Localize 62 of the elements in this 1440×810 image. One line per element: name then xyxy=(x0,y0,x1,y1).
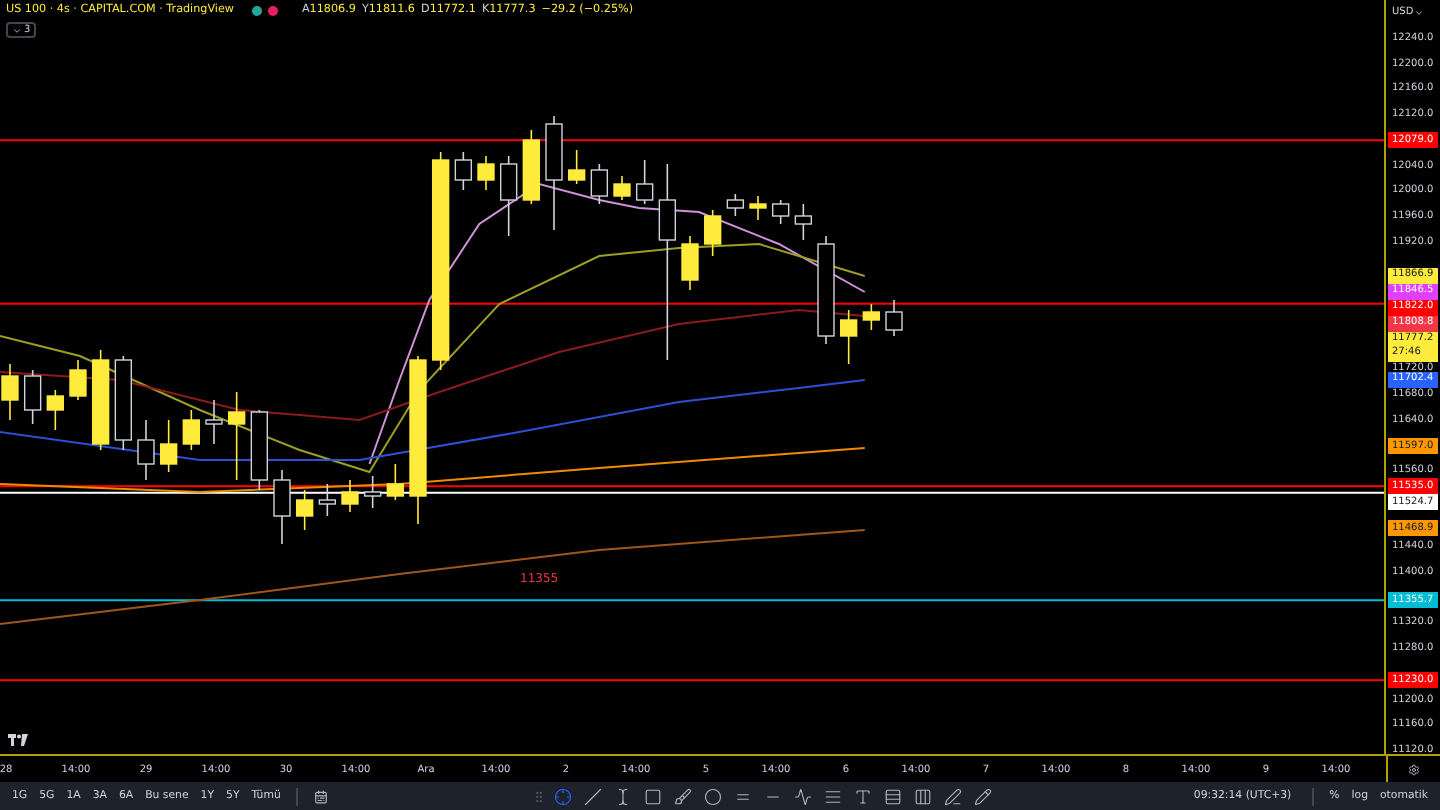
candle xyxy=(635,159,654,205)
candle xyxy=(295,489,314,531)
candle xyxy=(182,409,200,451)
candle xyxy=(23,369,42,425)
pencil-icon xyxy=(973,787,992,805)
rows-icon xyxy=(883,787,902,805)
crosshair-icon xyxy=(553,787,572,805)
text-cursor-icon xyxy=(613,787,632,805)
candle xyxy=(522,129,541,205)
candle xyxy=(137,419,155,481)
candle xyxy=(840,309,858,365)
candle xyxy=(545,115,563,231)
rectangle-icon xyxy=(643,787,662,805)
text-icon xyxy=(853,787,872,805)
candle xyxy=(46,389,64,431)
candle xyxy=(567,149,586,185)
candle xyxy=(159,419,178,473)
candle xyxy=(1,363,19,421)
pen-icon xyxy=(943,787,962,805)
candle xyxy=(771,199,790,225)
brush-icon xyxy=(673,787,692,805)
drawing-tool-button[interactable] xyxy=(969,787,996,805)
columns-icon xyxy=(913,787,932,805)
candle xyxy=(817,235,835,345)
lines-icon xyxy=(823,787,842,805)
candle xyxy=(341,479,359,513)
candle xyxy=(363,475,382,509)
candle xyxy=(726,193,745,217)
logo-icon[interactable] xyxy=(8,734,28,748)
chevron-icon xyxy=(12,25,22,35)
line-icon xyxy=(583,787,602,805)
candle xyxy=(273,469,291,545)
settings-icon[interactable] xyxy=(1408,763,1420,775)
candle xyxy=(114,355,132,451)
candle xyxy=(613,175,631,201)
candle xyxy=(681,235,699,291)
zigzag-icon xyxy=(793,787,812,805)
candle xyxy=(500,155,518,237)
candle xyxy=(703,209,722,257)
candle xyxy=(590,163,609,205)
candle xyxy=(794,203,813,241)
drawing-tool-button[interactable] xyxy=(699,787,726,805)
drawing-tool-button[interactable] xyxy=(669,787,696,805)
candle xyxy=(318,483,336,517)
date-range-button[interactable] xyxy=(310,789,333,803)
chevron-icon xyxy=(1413,7,1424,17)
drawing-tool-button[interactable] xyxy=(939,787,966,805)
candle xyxy=(749,195,767,221)
candle xyxy=(386,463,404,501)
candle xyxy=(862,303,881,331)
candle xyxy=(885,299,903,337)
candle xyxy=(477,155,495,191)
candle xyxy=(205,399,223,445)
calendar-icon xyxy=(314,789,329,803)
candle xyxy=(454,151,472,191)
candle xyxy=(69,359,87,401)
candle xyxy=(250,409,268,491)
drawing-tool-button[interactable] xyxy=(789,787,816,805)
drawing-tool-button[interactable] xyxy=(579,787,606,805)
ellipse-icon xyxy=(703,787,722,805)
candle xyxy=(91,349,110,451)
candle xyxy=(227,391,246,481)
